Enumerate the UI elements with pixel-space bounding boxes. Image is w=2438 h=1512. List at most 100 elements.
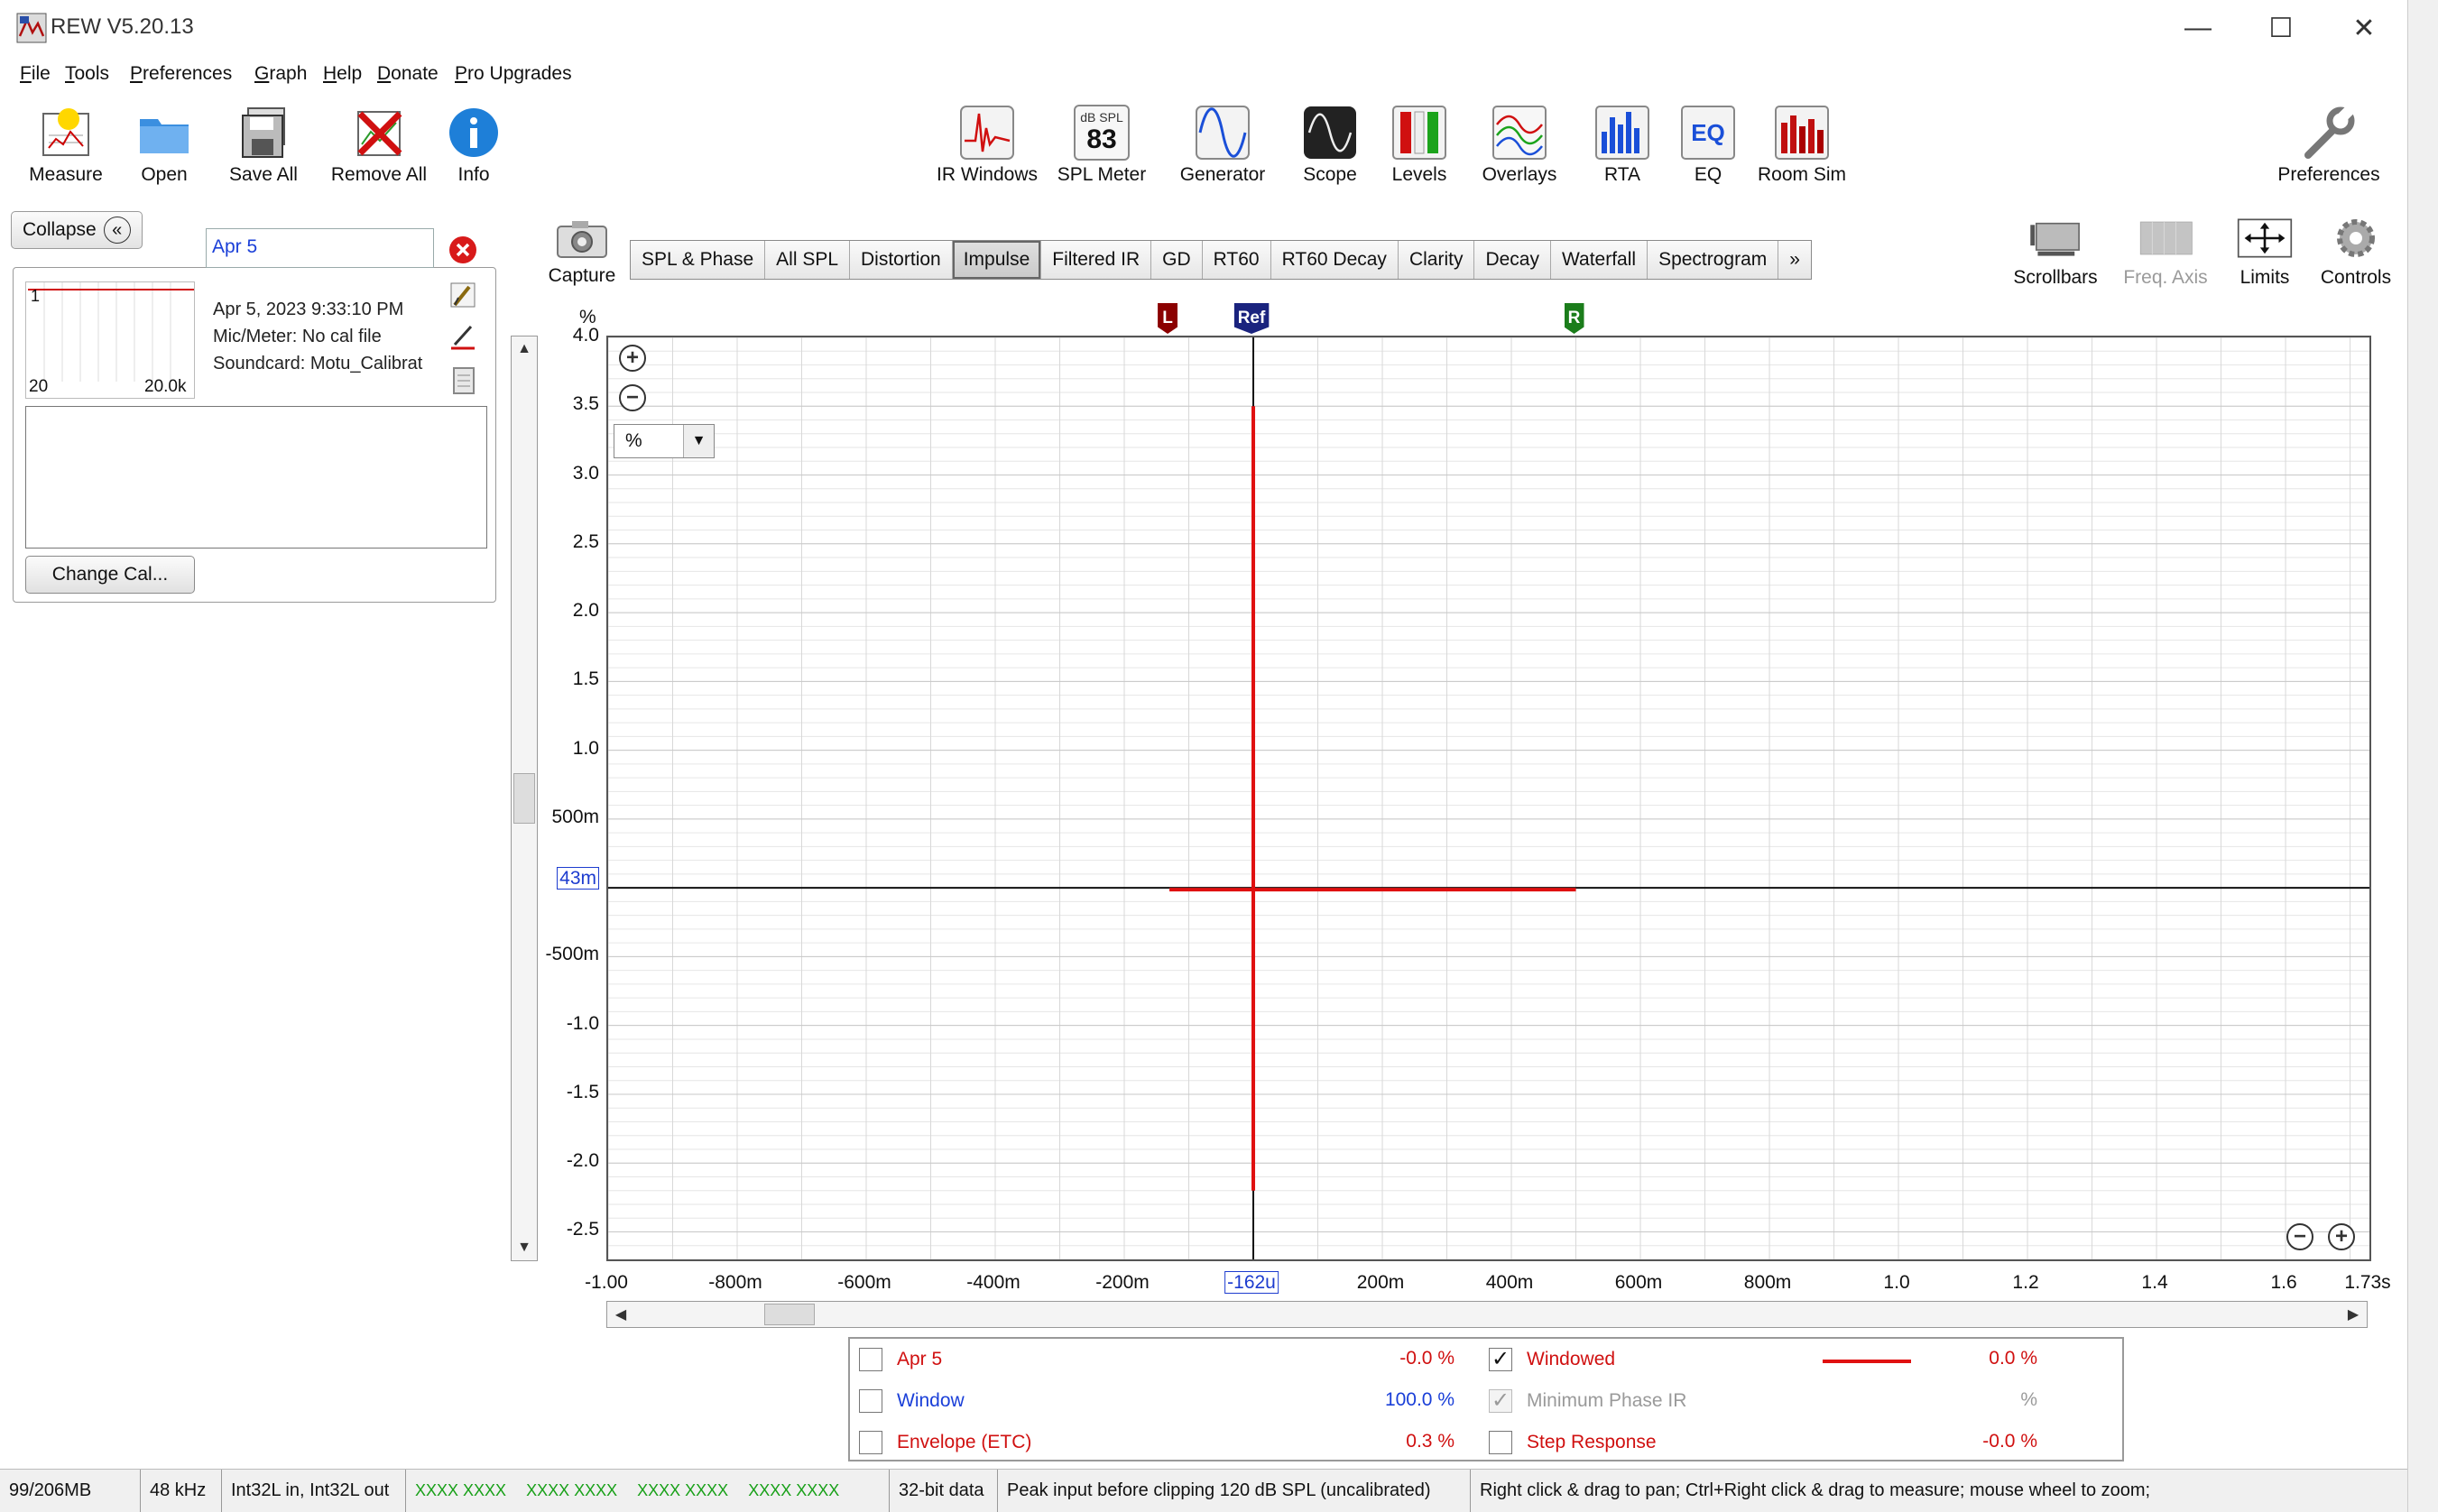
legend-item-window[interactable]: Window bbox=[859, 1389, 965, 1413]
more-tabs-button[interactable]: » bbox=[1778, 241, 1811, 279]
checkbox-envelope-etc[interactable] bbox=[859, 1431, 882, 1454]
y-unit-value: % bbox=[625, 430, 642, 451]
scroll-right-icon[interactable]: ▶ bbox=[2340, 1302, 2367, 1327]
remove-all-button[interactable]: Remove All bbox=[327, 105, 431, 186]
delete-measurement-icon[interactable] bbox=[448, 235, 478, 265]
y-tick-label: 3.0 bbox=[572, 462, 599, 484]
y-tick-label: 2.5 bbox=[572, 530, 599, 552]
edit-pencil-icon[interactable] bbox=[448, 280, 478, 310]
y-tick-label: 4.0 bbox=[572, 325, 599, 346]
checkbox-window[interactable] bbox=[859, 1389, 882, 1413]
menu-help[interactable]: Help bbox=[323, 63, 362, 85]
marker-l[interactable]: L bbox=[1158, 303, 1178, 334]
maximize-button[interactable]: ☐ bbox=[2239, 0, 2323, 56]
legend-item-apr5[interactable]: Apr 5 bbox=[859, 1348, 942, 1371]
generator-button[interactable]: Generator bbox=[1173, 105, 1272, 186]
x-tick-label: 1.4 bbox=[2141, 1272, 2168, 1293]
info-label: Info bbox=[457, 164, 490, 185]
levels-button[interactable]: Levels bbox=[1384, 105, 1454, 186]
spl-meter-icon: dB SPL 83 bbox=[1074, 105, 1130, 161]
y-tick-label: 3.5 bbox=[572, 393, 599, 415]
tab-decay[interactable]: Decay bbox=[1474, 241, 1551, 279]
room-sim-button[interactable]: Room Sim bbox=[1754, 105, 1850, 186]
checkbox-step-response[interactable] bbox=[1489, 1431, 1512, 1454]
spl-meter-icon-unit: dB SPL bbox=[1080, 110, 1123, 124]
y-tick-label: 2.0 bbox=[572, 600, 599, 622]
capture-button[interactable]: Capture bbox=[545, 217, 619, 287]
menu-donate[interactable]: Donate bbox=[377, 63, 439, 85]
x-tick-label: 200m bbox=[1356, 1272, 1405, 1293]
measure-button[interactable]: Measure bbox=[25, 105, 106, 186]
horizontal-scroll-thumb[interactable] bbox=[764, 1304, 815, 1325]
eq-button[interactable]: EQ EQ bbox=[1678, 105, 1738, 186]
tab-rt60-decay[interactable]: RT60 Decay bbox=[1271, 241, 1399, 279]
impulse-plot[interactable] bbox=[607, 337, 2369, 1260]
impulse-graph[interactable] bbox=[606, 336, 2371, 1261]
scrollbars-button[interactable]: Scrollbars bbox=[2009, 213, 2102, 289]
level-meter-1: XXXX XXXX bbox=[415, 1481, 507, 1499]
generator-icon bbox=[1195, 105, 1251, 161]
y-cursor-readout: 43m bbox=[557, 866, 599, 890]
zoom-in-x-icon[interactable]: + bbox=[2328, 1223, 2355, 1250]
overlays-button[interactable]: Overlays bbox=[1476, 105, 1563, 186]
x-tick-label: 1.2 bbox=[2012, 1272, 2039, 1293]
checkbox-windowed[interactable]: ✓ bbox=[1489, 1348, 1512, 1371]
open-button[interactable]: Open bbox=[126, 105, 202, 186]
scrollbars-icon bbox=[2027, 213, 2083, 263]
legend-item-envelope-etc[interactable]: Envelope (ETC) bbox=[859, 1431, 1031, 1454]
save-all-button[interactable]: Save All bbox=[220, 105, 307, 186]
tab-waterfall[interactable]: Waterfall bbox=[1551, 241, 1648, 279]
menu-preferences[interactable]: Preferences bbox=[130, 63, 232, 85]
spl-meter-button[interactable]: dB SPL 83 SPL Meter bbox=[1054, 105, 1150, 186]
tab-spl-phase[interactable]: SPL & Phase bbox=[631, 241, 766, 279]
limits-button[interactable]: Limits bbox=[2227, 213, 2303, 289]
measurement-soundcard: Soundcard: Motu_Calibrat bbox=[213, 354, 423, 373]
pen-icon[interactable] bbox=[448, 321, 478, 352]
menu-pro-upgrades[interactable]: Pro Upgrades bbox=[455, 63, 572, 85]
tab-all-spl[interactable]: All SPL bbox=[765, 241, 851, 279]
horizontal-scrollbar[interactable]: ◀ ▶ bbox=[606, 1301, 2368, 1328]
x-tick-label: -200m bbox=[1095, 1272, 1150, 1293]
close-window-button[interactable]: ✕ bbox=[2323, 0, 2406, 56]
legend-item-windowed[interactable]: ✓ Windowed bbox=[1489, 1348, 1615, 1371]
measurement-name-field[interactable]: Apr 5 bbox=[206, 228, 434, 268]
level-meter-3: XXXX XXXX bbox=[637, 1481, 729, 1499]
menu-tools[interactable]: Tools bbox=[65, 63, 109, 85]
checkbox-apr5[interactable] bbox=[859, 1348, 882, 1371]
y-unit-select[interactable]: % ▼ bbox=[614, 424, 715, 458]
tab-impulse[interactable]: Impulse bbox=[952, 241, 1042, 279]
scroll-left-icon[interactable]: ◀ bbox=[607, 1302, 634, 1327]
menu-graph[interactable]: Graph bbox=[254, 63, 307, 85]
preferences-button[interactable]: Preferences bbox=[2270, 105, 2387, 186]
zoom-out-y-icon[interactable]: − bbox=[619, 384, 646, 411]
minimize-button[interactable]: — bbox=[2156, 0, 2239, 56]
tab-distortion[interactable]: Distortion bbox=[850, 241, 953, 279]
ir-windows-label: IR Windows bbox=[936, 164, 1039, 185]
tab-gd[interactable]: GD bbox=[1151, 241, 1203, 279]
info-button[interactable]: Info bbox=[442, 105, 505, 186]
tab-spectrogram[interactable]: Spectrogram bbox=[1648, 241, 1779, 279]
collapse-button[interactable]: Collapse « bbox=[11, 211, 143, 249]
measurement-notes[interactable] bbox=[25, 406, 487, 549]
tab-rt60[interactable]: RT60 bbox=[1203, 241, 1271, 279]
ir-windows-button[interactable]: IR Windows bbox=[931, 105, 1043, 186]
legend-item-step-response[interactable]: Step Response bbox=[1489, 1431, 1657, 1454]
notes-icon[interactable] bbox=[448, 364, 478, 395]
tab-clarity[interactable]: Clarity bbox=[1399, 241, 1475, 279]
levels-icon bbox=[1391, 105, 1447, 161]
zoom-in-y-icon[interactable]: + bbox=[619, 345, 646, 372]
marker-r[interactable]: R bbox=[1564, 303, 1584, 334]
legend-label-apr5: Apr 5 bbox=[897, 1349, 943, 1369]
controls-button[interactable]: Controls bbox=[2315, 213, 2396, 289]
scope-button[interactable]: Scope bbox=[1296, 105, 1364, 186]
menu-file[interactable]: File bbox=[20, 63, 51, 85]
limits-icon bbox=[2237, 213, 2293, 263]
freq-axis-button: Freq. Axis bbox=[2117, 213, 2214, 289]
tab-filtered-ir[interactable]: Filtered IR bbox=[1041, 241, 1152, 279]
rta-button[interactable]: RTA bbox=[1588, 105, 1657, 186]
change-cal-button[interactable]: Change Cal... bbox=[25, 556, 195, 594]
marker-ref[interactable]: Ref bbox=[1233, 303, 1270, 334]
y-tick-label: -2.0 bbox=[566, 1150, 599, 1172]
zoom-out-x-icon[interactable]: − bbox=[2286, 1223, 2313, 1250]
legend-label-window: Window bbox=[897, 1390, 965, 1411]
